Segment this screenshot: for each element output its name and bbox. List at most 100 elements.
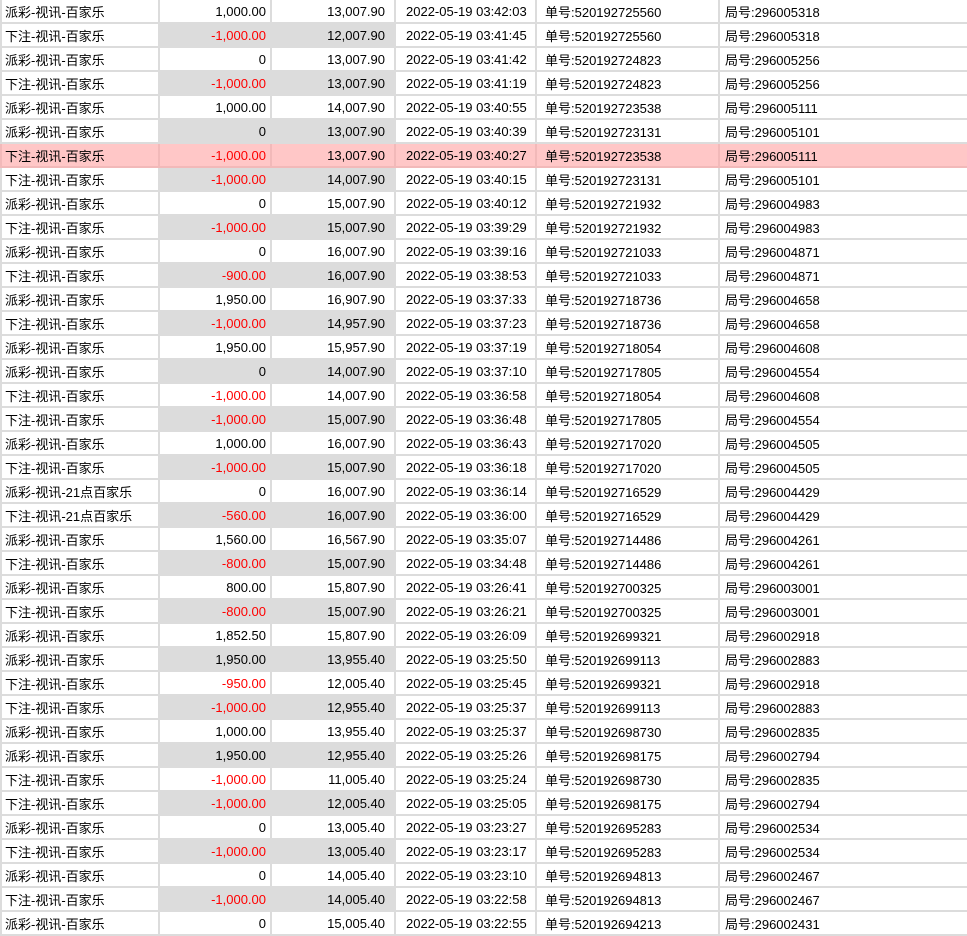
table-row: 下注-视讯-百家乐 -950.00 12,005.40 2022-05-19 0… (0, 672, 967, 696)
cell-datetime: 2022-05-19 03:25:50 (396, 648, 537, 672)
cell-order-number: 单号:520192723538 (537, 144, 720, 168)
cell-round-number: 局号:296003001 (720, 576, 967, 600)
cell-transaction-type: 派彩-视讯-百家乐 (0, 120, 160, 144)
cell-amount: 0 (160, 864, 272, 888)
cell-datetime: 2022-05-19 03:37:10 (396, 360, 537, 384)
cell-amount: 1,560.00 (160, 528, 272, 552)
cell-round-number: 局号:296004261 (720, 528, 967, 552)
cell-order-number: 单号:520192694213 (537, 912, 720, 936)
cell-amount: 0 (160, 48, 272, 72)
cell-balance: 15,007.90 (272, 408, 396, 432)
cell-transaction-type: 下注-视讯-百家乐 (0, 216, 160, 240)
cell-datetime: 2022-05-19 03:36:48 (396, 408, 537, 432)
cell-datetime: 2022-05-19 03:26:41 (396, 576, 537, 600)
cell-transaction-type: 派彩-视讯-百家乐 (0, 240, 160, 264)
cell-transaction-type: 派彩-视讯-百家乐 (0, 816, 160, 840)
cell-datetime: 2022-05-19 03:38:53 (396, 264, 537, 288)
cell-round-number: 局号:296005101 (720, 168, 967, 192)
cell-datetime: 2022-05-19 03:40:12 (396, 192, 537, 216)
table-row: 派彩-视讯-百家乐 0 13,007.90 2022-05-19 03:41:4… (0, 48, 967, 72)
cell-round-number: 局号:296004871 (720, 240, 967, 264)
cell-amount: 1,000.00 (160, 0, 272, 24)
cell-round-number: 局号:296004658 (720, 312, 967, 336)
cell-datetime: 2022-05-19 03:22:55 (396, 912, 537, 936)
table-row: 派彩-视讯-百家乐 1,000.00 16,007.90 2022-05-19 … (0, 432, 967, 456)
cell-transaction-type: 派彩-视讯-百家乐 (0, 528, 160, 552)
cell-order-number: 单号:520192699321 (537, 624, 720, 648)
table-row: 下注-视讯-百家乐 -1,000.00 11,005.40 2022-05-19… (0, 768, 967, 792)
cell-balance: 13,955.40 (272, 648, 396, 672)
cell-datetime: 2022-05-19 03:36:18 (396, 456, 537, 480)
cell-datetime: 2022-05-19 03:37:19 (396, 336, 537, 360)
table-row: 下注-视讯-百家乐 -800.00 15,007.90 2022-05-19 0… (0, 600, 967, 624)
cell-order-number: 单号:520192700325 (537, 576, 720, 600)
cell-order-number: 单号:520192714486 (537, 528, 720, 552)
cell-transaction-type: 派彩-视讯-21点百家乐 (0, 480, 160, 504)
table-row: 派彩-视讯-百家乐 1,950.00 15,957.90 2022-05-19 … (0, 336, 967, 360)
cell-amount: 0 (160, 360, 272, 384)
cell-datetime: 2022-05-19 03:36:58 (396, 384, 537, 408)
cell-datetime: 2022-05-19 03:36:43 (396, 432, 537, 456)
cell-balance: 15,007.90 (272, 192, 396, 216)
table-row: 下注-视讯-百家乐 -1,000.00 12,005.40 2022-05-19… (0, 792, 967, 816)
cell-balance: 13,005.40 (272, 816, 396, 840)
cell-amount: 1,950.00 (160, 288, 272, 312)
cell-round-number: 局号:296005256 (720, 72, 967, 96)
cell-datetime: 2022-05-19 03:25:05 (396, 792, 537, 816)
cell-balance: 16,007.90 (272, 240, 396, 264)
cell-amount: 0 (160, 240, 272, 264)
cell-balance: 15,807.90 (272, 624, 396, 648)
cell-amount: -1,000.00 (160, 168, 272, 192)
table-row: 派彩-视讯-百家乐 1,000.00 13,955.40 2022-05-19 … (0, 720, 967, 744)
cell-amount: -1,000.00 (160, 312, 272, 336)
cell-balance: 13,005.40 (272, 840, 396, 864)
cell-datetime: 2022-05-19 03:36:00 (396, 504, 537, 528)
cell-datetime: 2022-05-19 03:41:19 (396, 72, 537, 96)
cell-round-number: 局号:296005111 (720, 144, 967, 168)
cell-round-number: 局号:296002534 (720, 816, 967, 840)
cell-amount: 0 (160, 816, 272, 840)
cell-balance: 15,007.90 (272, 456, 396, 480)
table-row: 派彩-视讯-百家乐 0 14,005.40 2022-05-19 03:23:1… (0, 864, 967, 888)
cell-order-number: 单号:520192717805 (537, 408, 720, 432)
cell-transaction-type: 派彩-视讯-百家乐 (0, 96, 160, 120)
table-row: 下注-视讯-百家乐 -1,000.00 14,005.40 2022-05-19… (0, 888, 967, 912)
cell-amount: 1,950.00 (160, 336, 272, 360)
cell-balance: 14,005.40 (272, 888, 396, 912)
cell-round-number: 局号:296004871 (720, 264, 967, 288)
cell-order-number: 单号:520192718054 (537, 384, 720, 408)
cell-balance: 12,005.40 (272, 792, 396, 816)
table-row: 下注-视讯-百家乐 -1,000.00 15,007.90 2022-05-19… (0, 408, 967, 432)
cell-transaction-type: 下注-视讯-百家乐 (0, 384, 160, 408)
cell-amount: 1,852.50 (160, 624, 272, 648)
cell-order-number: 单号:520192716529 (537, 504, 720, 528)
table-row: 派彩-视讯-百家乐 800.00 15,807.90 2022-05-19 03… (0, 576, 967, 600)
cell-order-number: 单号:520192698730 (537, 720, 720, 744)
cell-round-number: 局号:296004554 (720, 360, 967, 384)
cell-round-number: 局号:296003001 (720, 600, 967, 624)
cell-transaction-type: 下注-视讯-百家乐 (0, 696, 160, 720)
cell-transaction-type: 下注-视讯-21点百家乐 (0, 504, 160, 528)
cell-balance: 13,007.90 (272, 120, 396, 144)
table-row: 派彩-视讯-百家乐 0 14,007.90 2022-05-19 03:37:1… (0, 360, 967, 384)
cell-order-number: 单号:520192699113 (537, 648, 720, 672)
cell-balance: 15,807.90 (272, 576, 396, 600)
cell-transaction-type: 派彩-视讯-百家乐 (0, 744, 160, 768)
cell-amount: 0 (160, 120, 272, 144)
cell-round-number: 局号:296004505 (720, 456, 967, 480)
cell-round-number: 局号:296005256 (720, 48, 967, 72)
table-row: 派彩-视讯-百家乐 1,950.00 13,955.40 2022-05-19 … (0, 648, 967, 672)
cell-transaction-type: 下注-视讯-百家乐 (0, 768, 160, 792)
cell-transaction-type: 派彩-视讯-百家乐 (0, 624, 160, 648)
cell-transaction-type: 下注-视讯-百家乐 (0, 72, 160, 96)
cell-round-number: 局号:296002835 (720, 768, 967, 792)
cell-amount: 1,000.00 (160, 432, 272, 456)
cell-round-number: 局号:296002534 (720, 840, 967, 864)
transactions-table: 派彩-视讯-百家乐 1,000.00 13,007.90 2022-05-19 … (0, 0, 967, 936)
cell-round-number: 局号:296004658 (720, 288, 967, 312)
cell-datetime: 2022-05-19 03:40:55 (396, 96, 537, 120)
cell-datetime: 2022-05-19 03:23:27 (396, 816, 537, 840)
cell-datetime: 2022-05-19 03:35:07 (396, 528, 537, 552)
table-row: 下注-视讯-百家乐 -800.00 15,007.90 2022-05-19 0… (0, 552, 967, 576)
cell-round-number: 局号:296002835 (720, 720, 967, 744)
